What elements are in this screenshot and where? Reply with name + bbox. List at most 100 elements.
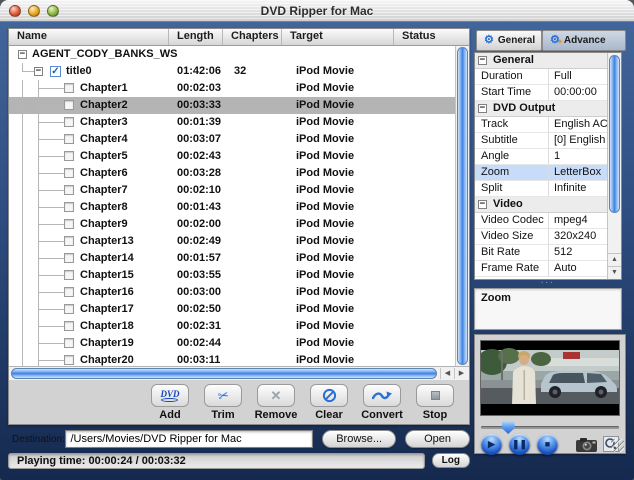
vertical-scrollbar[interactable]	[455, 46, 469, 366]
checkbox-unchecked-icon[interactable]	[64, 321, 74, 331]
stop-playback-button[interactable]: ■	[537, 433, 558, 455]
clear-button[interactable]: Clear	[307, 384, 351, 421]
app-window: DVD Ripper for Mac Name Length Chapters Tar…	[0, 0, 634, 480]
checkbox-unchecked-icon[interactable]	[64, 219, 74, 229]
add-button[interactable]: DVD Add	[148, 384, 192, 421]
snapshot-camera-button[interactable]	[576, 437, 598, 452]
checkbox-unchecked-icon[interactable]	[64, 202, 74, 212]
list-body: − AGENT_CODY_BANKS_WS − ✓ title0 01:42:06 32 iP…	[9, 46, 469, 366]
property-row-bit-rate[interactable]: Bit Rate 512	[475, 245, 607, 261]
list-row-chapter20[interactable]: Chapter20 00:03:11 iPod Movie	[9, 352, 469, 366]
pause-icon: ❚❚	[511, 438, 528, 449]
list-row-chapter9[interactable]: Chapter9 00:02:00 iPod Movie	[9, 216, 469, 233]
property-row-subtitle[interactable]: Subtitle[0] English S	[475, 133, 607, 149]
checkbox-unchecked-icon[interactable]	[64, 134, 74, 144]
checkbox-unchecked-icon[interactable]	[64, 117, 74, 127]
destination-row: Destination: /Users/Movies/DVD Ripper fo…	[8, 429, 470, 449]
checkbox-unchecked-icon[interactable]	[64, 287, 74, 297]
list-row-chapter6[interactable]: Chapter6 00:03:28 iPod Movie	[9, 165, 469, 182]
property-row-start-time[interactable]: Start Time 00:00:00	[475, 85, 607, 101]
log-button[interactable]: Log	[431, 453, 470, 468]
remove-button[interactable]: ✕ Remove	[254, 384, 298, 421]
tab-advance[interactable]: ⚙ ✦ Advance	[542, 30, 626, 51]
list-row-chapter19[interactable]: Chapter19 00:02:44 iPod Movie	[9, 335, 469, 352]
collapse-icon[interactable]: −	[478, 104, 487, 113]
scroll-up-arrow-icon[interactable]: ▲	[608, 253, 621, 266]
property-row-frame-rate[interactable]: Frame Rate Auto	[475, 261, 607, 277]
collapse-icon[interactable]: −	[18, 50, 27, 59]
list-row-chapter13[interactable]: Chapter13 00:02:49 iPod Movie	[9, 233, 469, 250]
column-header-status[interactable]: Status	[394, 29, 469, 45]
list-row-chapter7[interactable]: Chapter7 00:02:10 iPod Movie	[9, 182, 469, 199]
list-row-chapter2[interactable]: Chapter2 00:03:33 iPod Movie	[9, 97, 469, 114]
checkbox-unchecked-icon[interactable]	[64, 236, 74, 246]
collapse-icon[interactable]: −	[478, 56, 487, 65]
property-row-track[interactable]: TrackEnglish AC3	[475, 117, 607, 133]
column-header-chapters[interactable]: Chapters	[223, 29, 282, 45]
checkbox-unchecked-icon[interactable]	[64, 83, 74, 93]
property-grid-scrollbar-thumb[interactable]	[609, 55, 620, 213]
property-row-angle[interactable]: Angle 1	[475, 149, 607, 165]
checkbox-unchecked-icon[interactable]	[64, 355, 74, 365]
horizontal-scrollbar[interactable]: ◀ ▶	[9, 366, 469, 380]
collapse-icon[interactable]: −	[478, 200, 487, 209]
list-row-agent_cody_banks_ws[interactable]: − AGENT_CODY_BANKS_WS	[9, 46, 469, 63]
property-row-duration[interactable]: Duration Full	[475, 69, 607, 85]
scroll-right-arrow-icon[interactable]: ▶	[454, 368, 468, 379]
column-header-name[interactable]: Name	[9, 29, 169, 45]
column-header-target[interactable]: Target	[282, 29, 394, 45]
property-grid-scrollbar[interactable]: ▲ ▼	[607, 53, 621, 279]
gear-plus-icon: ⚙ ✦	[550, 34, 563, 47]
resize-grip[interactable]	[611, 439, 624, 452]
checkbox-checked-icon[interactable]: ✓	[50, 66, 61, 77]
collapse-icon[interactable]: −	[34, 67, 43, 76]
x-icon: ✕	[270, 387, 282, 403]
list-row-chapter4[interactable]: Chapter4 00:03:07 iPod Movie	[9, 131, 469, 148]
trim-button[interactable]: ✂ Trim	[201, 384, 245, 421]
list-row-chapter18[interactable]: Chapter18 00:02:31 iPod Movie	[9, 318, 469, 335]
checkbox-unchecked-icon[interactable]	[64, 100, 74, 110]
list-row-chapter3[interactable]: Chapter3 00:01:39 iPod Movie	[9, 114, 469, 131]
vertical-scrollbar-thumb[interactable]	[457, 47, 468, 365]
horizontal-scrollbar-thumb[interactable]	[11, 368, 437, 379]
close-button[interactable]	[9, 5, 21, 17]
scroll-left-arrow-icon[interactable]: ◀	[440, 368, 454, 379]
open-button[interactable]: Open	[405, 430, 470, 448]
column-header-length[interactable]: Length	[169, 29, 223, 45]
list-row-chapter5[interactable]: Chapter5 00:02:43 iPod Movie	[9, 148, 469, 165]
list-row-chapter1[interactable]: Chapter1 00:02:03 iPod Movie	[9, 80, 469, 97]
play-button[interactable]: ▶	[481, 433, 502, 455]
property-row-video-size[interactable]: Video Size 320x240	[475, 229, 607, 245]
checkbox-unchecked-icon[interactable]	[64, 304, 74, 314]
list-header: Name Length Chapters Target Status	[9, 29, 469, 46]
property-group-video[interactable]: − Video	[475, 197, 607, 213]
pause-button[interactable]: ❚❚	[509, 433, 530, 455]
scroll-down-arrow-icon[interactable]: ▼	[608, 266, 621, 279]
list-row-chapter16[interactable]: Chapter16 00:03:00 iPod Movie	[9, 284, 469, 301]
panel-splitter[interactable]: ···	[474, 279, 622, 287]
checkbox-unchecked-icon[interactable]	[64, 168, 74, 178]
checkbox-unchecked-icon[interactable]	[64, 185, 74, 195]
checkbox-unchecked-icon[interactable]	[64, 151, 74, 161]
tab-general[interactable]: ⚙ General	[476, 30, 542, 51]
list-row-title0[interactable]: − ✓ title0 01:42:06 32 iPod Movie	[9, 63, 469, 80]
zoom-window-button[interactable]	[47, 5, 59, 17]
minimize-button[interactable]	[28, 5, 40, 17]
convert-button[interactable]: Convert	[360, 384, 404, 421]
destination-field[interactable]: /Users/Movies/DVD Ripper for Mac	[65, 430, 314, 448]
list-row-chapter15[interactable]: Chapter15 00:03:55 iPod Movie	[9, 267, 469, 284]
property-group-dvd-output[interactable]: − DVD Output	[475, 101, 607, 117]
property-group-general[interactable]: − General	[475, 53, 607, 69]
browse-button[interactable]: Browse...	[322, 430, 397, 448]
checkbox-unchecked-icon[interactable]	[64, 270, 74, 280]
list-row-chapter17[interactable]: Chapter17 00:02:50 iPod Movie	[9, 301, 469, 318]
checkbox-unchecked-icon[interactable]	[64, 338, 74, 348]
property-row-zoom[interactable]: Zoom LetterBox	[475, 165, 607, 181]
property-row-video-codec[interactable]: Video Codec mpeg4	[475, 213, 607, 229]
checkbox-unchecked-icon[interactable]	[64, 253, 74, 263]
stop-button[interactable]: Stop	[413, 384, 457, 421]
video-preview	[477, 340, 620, 416]
property-row-split[interactable]: Split Infinite	[475, 181, 607, 197]
list-row-chapter8[interactable]: Chapter8 00:01:43 iPod Movie	[9, 199, 469, 216]
list-row-chapter14[interactable]: Chapter14 00:01:57 iPod Movie	[9, 250, 469, 267]
